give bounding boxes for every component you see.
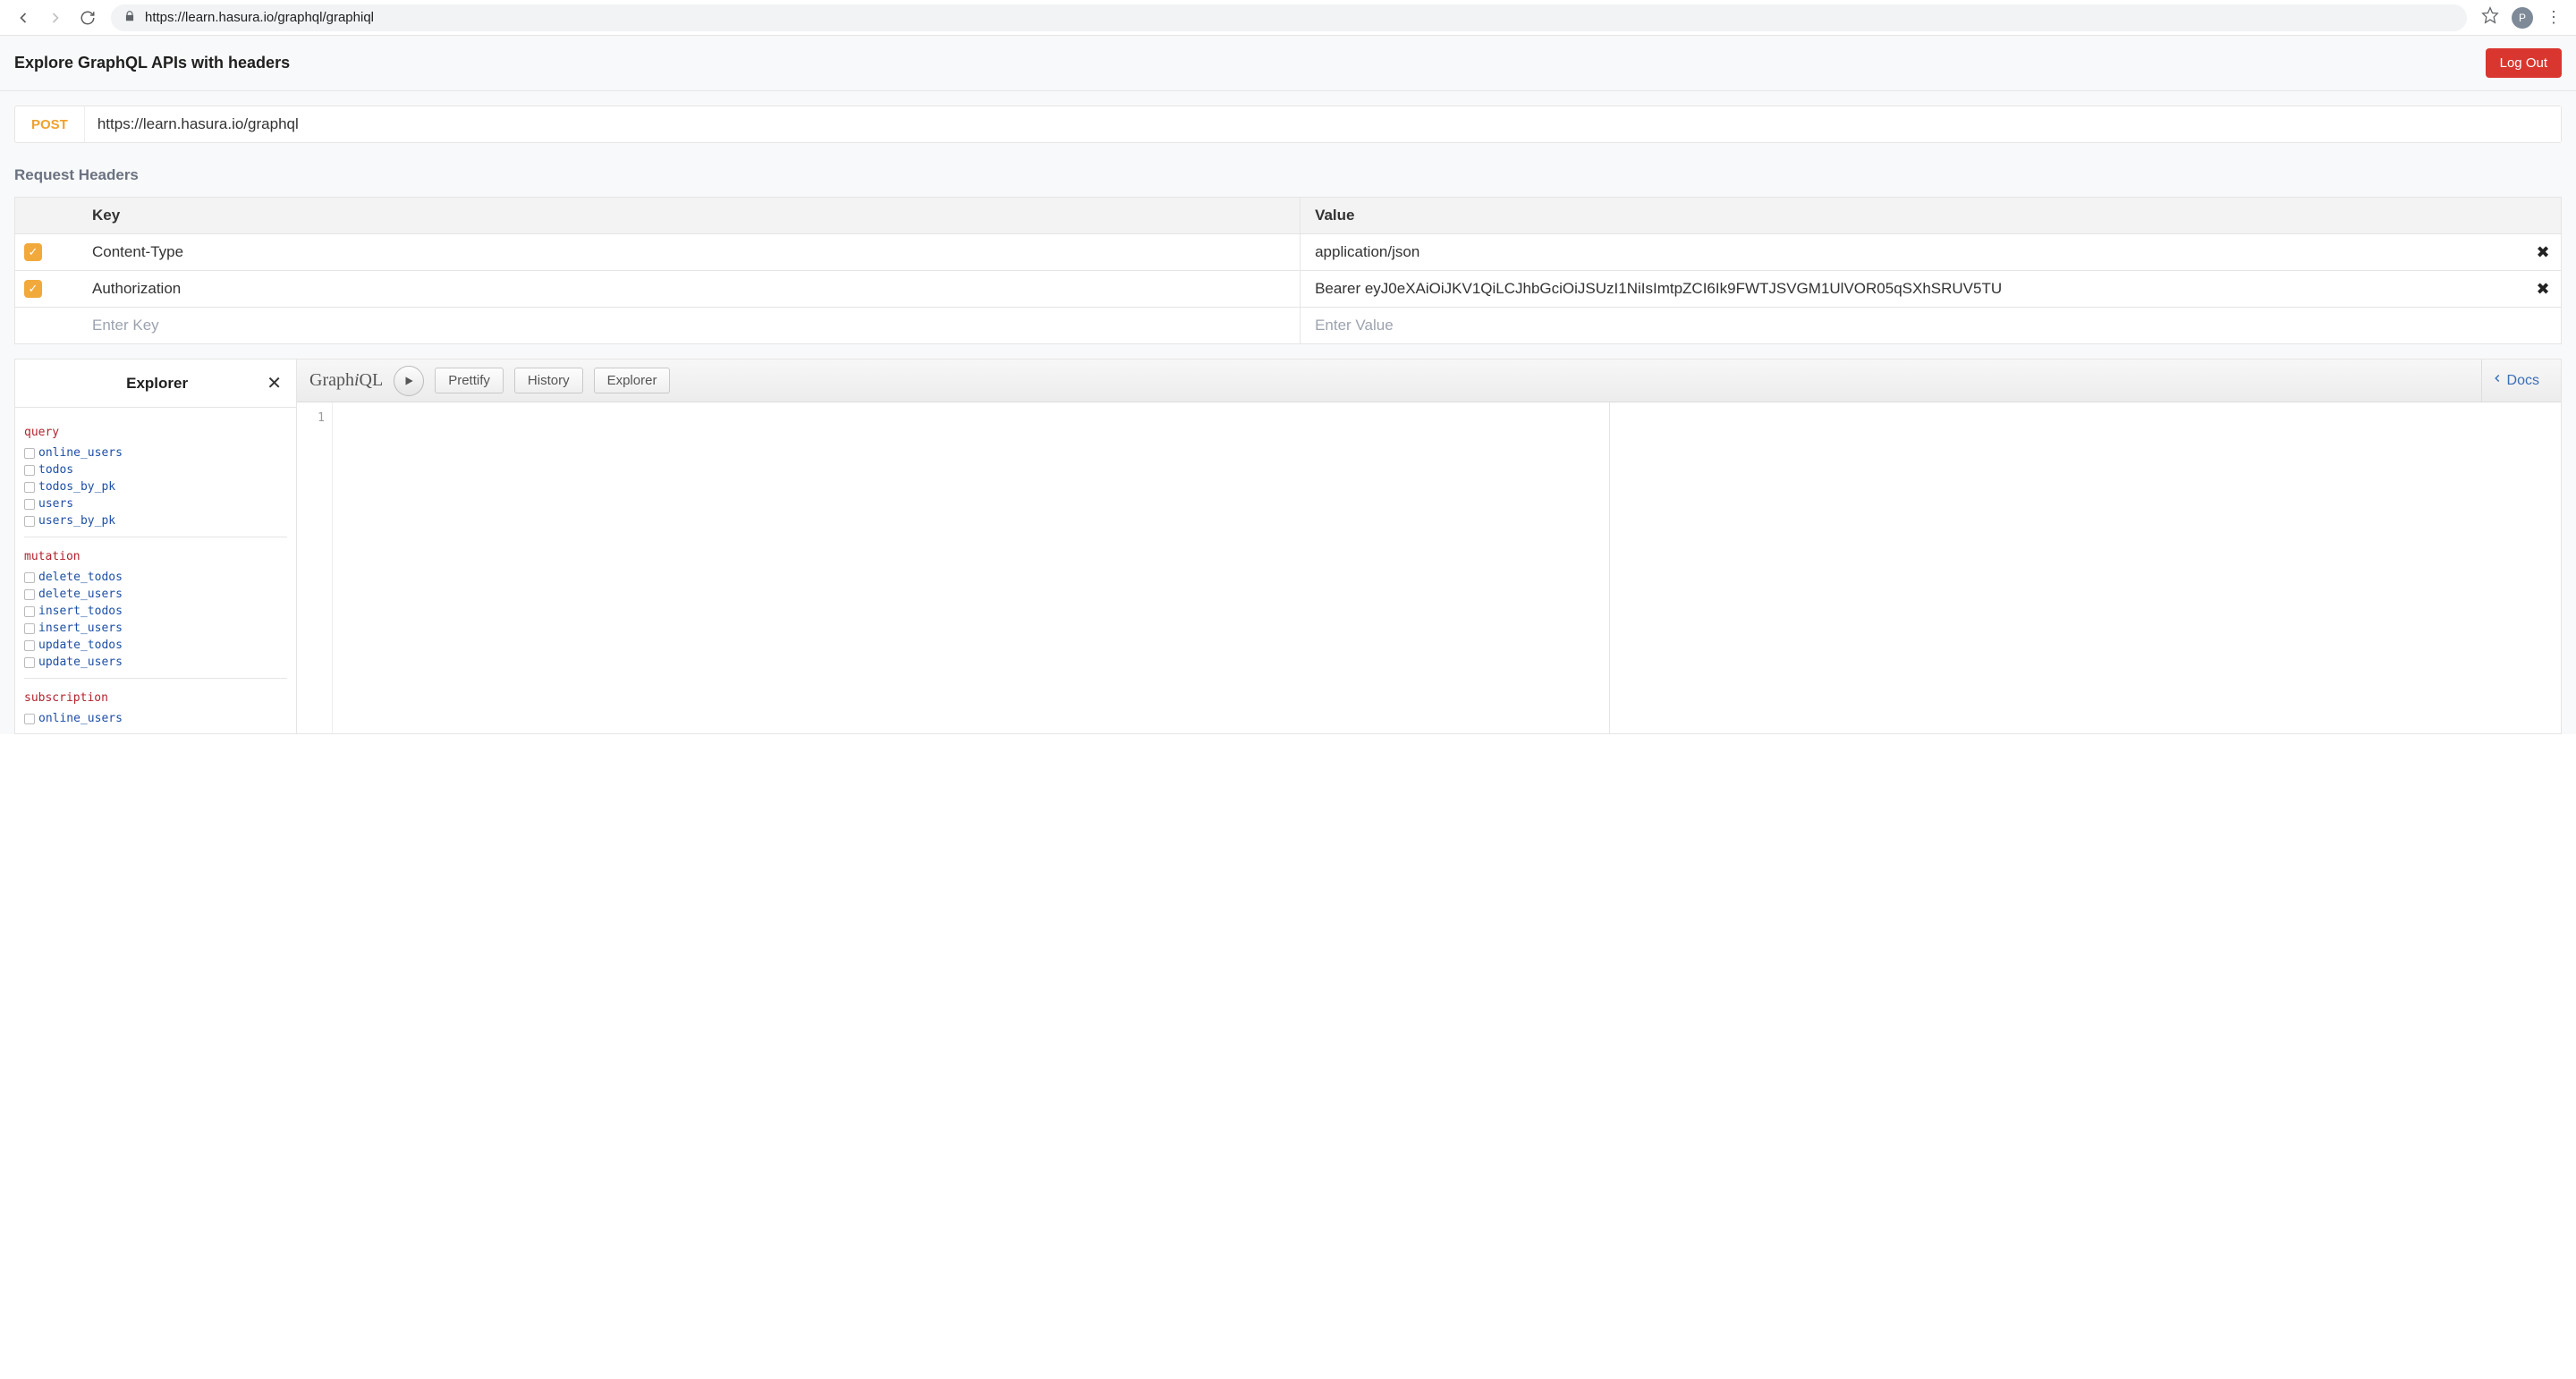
- field-checkbox[interactable]: [24, 482, 35, 493]
- query-editor[interactable]: 1: [297, 402, 1610, 733]
- header-key-input[interactable]: [92, 317, 1285, 334]
- header-key[interactable]: Authorization: [78, 271, 1300, 307]
- field-name: users_by_pk: [38, 514, 115, 528]
- field-name: todos_by_pk: [38, 480, 115, 494]
- schema-field-item[interactable]: insert_todos: [24, 603, 287, 620]
- schema-field-item[interactable]: delete_users: [24, 586, 287, 603]
- header-key[interactable]: Content-Type: [78, 234, 1300, 270]
- header-enabled-checkbox[interactable]: ✓: [24, 280, 42, 298]
- field-name: delete_users: [38, 588, 123, 601]
- page-header: Explore GraphQL APIs with headers Log Ou…: [0, 36, 2576, 91]
- history-button[interactable]: History: [514, 368, 583, 393]
- header-value[interactable]: Bearer eyJ0eXAiOiJKV1QiLCJhbGciOiJSUzI1N…: [1300, 271, 2525, 307]
- header-delete-icon[interactable]: ✖: [2525, 271, 2561, 307]
- field-checkbox[interactable]: [24, 465, 35, 476]
- http-method-label: POST: [15, 106, 85, 142]
- profile-avatar[interactable]: P: [2512, 7, 2533, 29]
- request-headers-title: Request Headers: [0, 157, 2576, 197]
- field-name: update_users: [38, 656, 123, 669]
- chevron-left-icon: [2491, 372, 2504, 389]
- endpoint-url-input[interactable]: [85, 106, 2561, 142]
- field-checkbox[interactable]: [24, 640, 35, 651]
- page-title: Explore GraphQL APIs with headers: [14, 54, 290, 72]
- field-checkbox[interactable]: [24, 589, 35, 600]
- docs-label: Docs: [2507, 373, 2539, 389]
- header-row: ✓ Authorization Bearer eyJ0eXAiOiJKV1QiL…: [15, 271, 2561, 308]
- field-checkbox[interactable]: [24, 657, 35, 668]
- prettify-button[interactable]: Prettify: [435, 368, 504, 393]
- field-checkbox[interactable]: [24, 499, 35, 510]
- schema-field-item[interactable]: todos_by_pk: [24, 478, 287, 495]
- explorer-title: Explorer: [30, 375, 267, 393]
- header-row: ✓ Content-Type application/json ✖: [15, 234, 2561, 271]
- graphiql-container: Explorer ✕ queryonline_userstodostodos_b…: [14, 359, 2562, 734]
- field-name: insert_users: [38, 622, 123, 635]
- header-enabled-checkbox[interactable]: ✓: [24, 243, 42, 261]
- browser-menu-icon[interactable]: ⋮: [2546, 8, 2562, 27]
- explorer-header: Explorer ✕: [15, 360, 296, 408]
- operation-type-label: query: [24, 422, 287, 444]
- headers-table-head: Key Value: [15, 198, 2561, 234]
- header-row-new: [15, 308, 2561, 343]
- header-delete-icon[interactable]: ✖: [2525, 234, 2561, 270]
- logout-button[interactable]: Log Out: [2486, 48, 2562, 78]
- graphiql-main: GraphiQL Prettify History Explorer Docs …: [297, 360, 2561, 733]
- schema-field-item[interactable]: users: [24, 495, 287, 512]
- graphiql-toolbar: GraphiQL Prettify History Explorer Docs: [297, 360, 2561, 402]
- field-name: online_users: [38, 446, 123, 460]
- field-name: online_users: [38, 712, 123, 725]
- field-checkbox[interactable]: [24, 623, 35, 634]
- graphiql-logo: GraphiQL: [309, 370, 383, 391]
- field-name: insert_todos: [38, 605, 123, 618]
- field-checkbox[interactable]: [24, 572, 35, 583]
- explorer-toggle-button[interactable]: Explorer: [594, 368, 671, 393]
- field-checkbox[interactable]: [24, 714, 35, 724]
- explorer-body: queryonline_userstodostodos_by_pkusersus…: [15, 408, 296, 733]
- url-bar[interactable]: https://learn.hasura.io/graphql/graphiql: [111, 4, 2467, 31]
- result-area: [1610, 402, 2561, 733]
- header-value-input[interactable]: [1315, 317, 2511, 334]
- field-checkbox[interactable]: [24, 606, 35, 617]
- schema-field-item[interactable]: users_by_pk: [24, 512, 287, 529]
- headers-key-col: Key: [78, 198, 1300, 233]
- schema-field-item[interactable]: update_todos: [24, 637, 287, 654]
- explorer-panel: Explorer ✕ queryonline_userstodostodos_b…: [15, 360, 297, 733]
- operation-type-label: subscription: [24, 688, 287, 710]
- url-text: https://learn.hasura.io/graphql/graphiql: [145, 10, 374, 25]
- explorer-close-icon[interactable]: ✕: [267, 372, 282, 394]
- lock-icon: [123, 10, 136, 25]
- schema-field-item[interactable]: update_users: [24, 654, 287, 671]
- docs-button[interactable]: Docs: [2481, 360, 2548, 402]
- query-textarea[interactable]: [333, 402, 1609, 733]
- browser-right: P ⋮: [2481, 6, 2562, 29]
- editor-row: 1: [297, 402, 2561, 733]
- bookmark-star-icon[interactable]: [2481, 6, 2499, 29]
- reload-button[interactable]: [79, 9, 97, 27]
- field-checkbox[interactable]: [24, 516, 35, 527]
- back-button[interactable]: [14, 9, 32, 27]
- browser-chrome: https://learn.hasura.io/graphql/graphiql…: [0, 0, 2576, 36]
- forward-button[interactable]: [47, 9, 64, 27]
- header-value[interactable]: application/json: [1300, 234, 2525, 270]
- operation-type-label: mutation: [24, 546, 287, 569]
- field-name: todos: [38, 463, 73, 477]
- field-name: update_todos: [38, 639, 123, 652]
- schema-field-item[interactable]: online_users: [24, 710, 287, 727]
- headers-table: Key Value ✓ Content-Type application/jso…: [14, 197, 2562, 344]
- field-name: users: [38, 497, 73, 511]
- schema-field-item[interactable]: todos: [24, 461, 287, 478]
- execute-button[interactable]: [394, 366, 424, 396]
- line-gutter: 1: [297, 402, 333, 733]
- schema-field-item[interactable]: insert_users: [24, 620, 287, 637]
- endpoint-row: POST: [14, 106, 2562, 143]
- field-checkbox[interactable]: [24, 448, 35, 459]
- field-name: delete_todos: [38, 571, 123, 584]
- headers-value-col: Value: [1300, 198, 2525, 233]
- schema-field-item[interactable]: delete_todos: [24, 569, 287, 586]
- schema-field-item[interactable]: online_users: [24, 444, 287, 461]
